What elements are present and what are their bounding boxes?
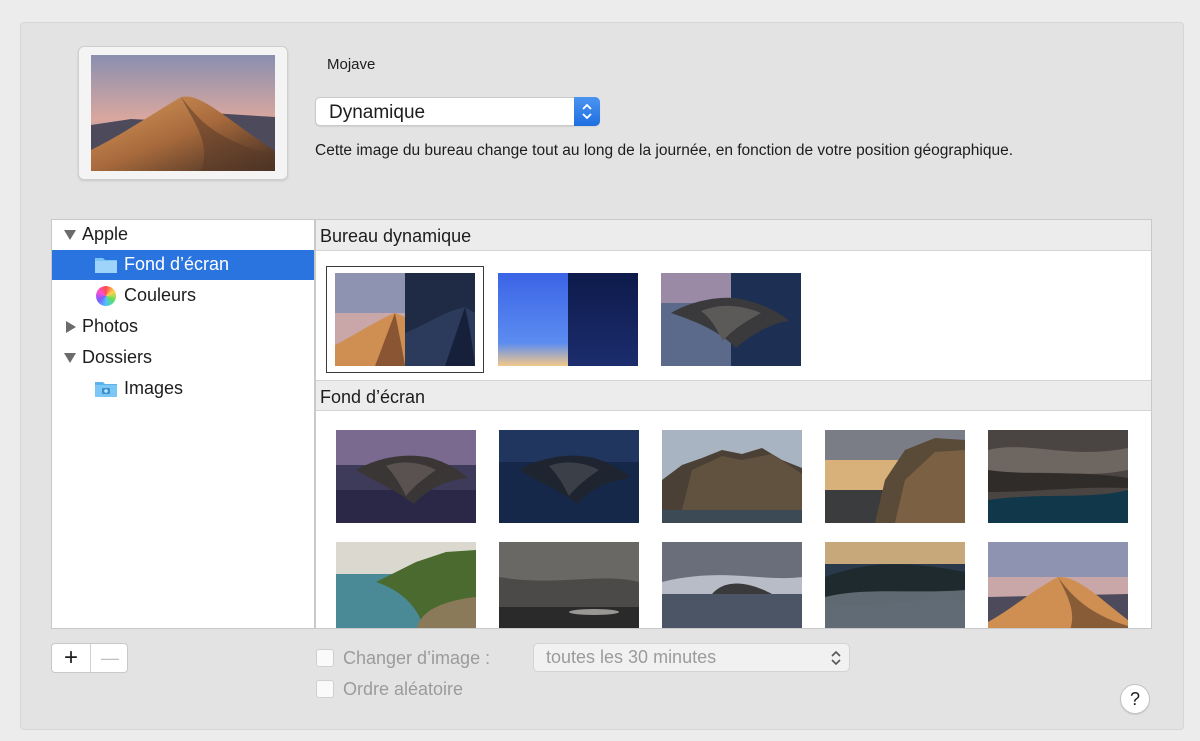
pictures-folder-icon xyxy=(94,379,118,403)
sidebar-item-dossiers[interactable]: Dossiers xyxy=(52,343,314,373)
sidebar-item-label: Fond d’écran xyxy=(124,254,230,274)
wallpaper-preview xyxy=(78,46,288,180)
sidebar-item-photos[interactable]: Photos xyxy=(52,312,314,342)
wallpaper-thumb-catalina-rocks[interactable] xyxy=(988,430,1128,523)
source-sidebar: Apple Fond d’écran Couleurs Photos Dossi… xyxy=(51,219,315,629)
dynamic-mode-value: Dynamique xyxy=(329,102,426,123)
wallpaper-thumb-catalina-evening[interactable] xyxy=(336,430,476,523)
help-button[interactable]: ? xyxy=(1120,684,1150,714)
wallpaper-description: Cette image du bureau change tout au lon… xyxy=(315,142,1014,159)
wallpaper-thumb-catalina-storm[interactable] xyxy=(499,542,639,628)
disclosure-down-icon[interactable] xyxy=(64,230,76,240)
add-remove-folder-control: + — xyxy=(51,643,128,673)
disclosure-down-icon[interactable] xyxy=(64,353,76,363)
select-stepper-icon xyxy=(574,97,600,126)
sidebar-item-couleurs[interactable]: Couleurs xyxy=(52,281,314,311)
random-order-checkbox[interactable] xyxy=(316,680,334,698)
change-picture-checkbox[interactable] xyxy=(316,649,334,667)
sidebar-item-fond-ecran[interactable]: Fond d’écran xyxy=(52,250,314,280)
wallpaper-thumb-solar-gradient[interactable] xyxy=(498,273,638,366)
wallpaper-preview-image xyxy=(91,55,275,171)
remove-folder-button[interactable]: — xyxy=(91,644,129,672)
section-header-wallpapers: Fond d’écran xyxy=(316,380,1151,411)
sidebar-item-apple[interactable]: Apple xyxy=(52,220,314,250)
wallpaper-thumb-catalina-coast[interactable] xyxy=(336,542,476,628)
color-wheel-icon xyxy=(96,286,116,306)
wallpaper-thumb-catalina-fog[interactable] xyxy=(825,542,965,628)
add-folder-button[interactable]: + xyxy=(52,644,90,672)
wallpaper-thumb-mojave[interactable] xyxy=(988,542,1128,628)
sidebar-item-label: Photos xyxy=(82,316,139,336)
sidebar-item-label: Couleurs xyxy=(124,285,197,305)
interval-select[interactable]: toutes les 30 minutes xyxy=(533,643,850,672)
section-title: Bureau dynamique xyxy=(320,226,472,246)
select-stepper-icon xyxy=(829,648,843,673)
wallpaper-thumb-catalina-sunset-cliff[interactable] xyxy=(825,430,965,523)
interval-value: toutes les 30 minutes xyxy=(546,647,717,667)
change-picture-label: Changer d’image : xyxy=(343,648,491,668)
sidebar-item-label: Dossiers xyxy=(82,347,153,367)
random-order-label: Ordre aléatoire xyxy=(343,679,464,699)
wallpaper-thumb-catalina-night[interactable] xyxy=(499,430,639,523)
section-header-dynamic: Bureau dynamique xyxy=(316,220,1151,251)
folder-icon xyxy=(94,255,118,279)
wallpaper-name: Mojave xyxy=(327,56,376,73)
disclosure-right-icon[interactable] xyxy=(66,321,76,333)
sidebar-item-label: Apple xyxy=(82,224,129,244)
sidebar-item-label: Images xyxy=(124,378,184,398)
sidebar-item-images[interactable]: Images xyxy=(52,374,314,404)
wallpaper-thumb-catalina-dynamic[interactable] xyxy=(661,273,801,366)
dynamic-mode-select[interactable]: Dynamique xyxy=(315,97,600,126)
section-title: Fond d’écran xyxy=(320,387,426,407)
wallpaper-gallery: Bureau dynamique Fond d’écran xyxy=(315,219,1152,629)
wallpaper-thumb-catalina-cliffs[interactable] xyxy=(662,430,802,523)
wallpaper-thumb-mojave-dynamic[interactable] xyxy=(335,273,475,366)
wallpaper-thumb-catalina-clouds[interactable] xyxy=(662,542,802,628)
